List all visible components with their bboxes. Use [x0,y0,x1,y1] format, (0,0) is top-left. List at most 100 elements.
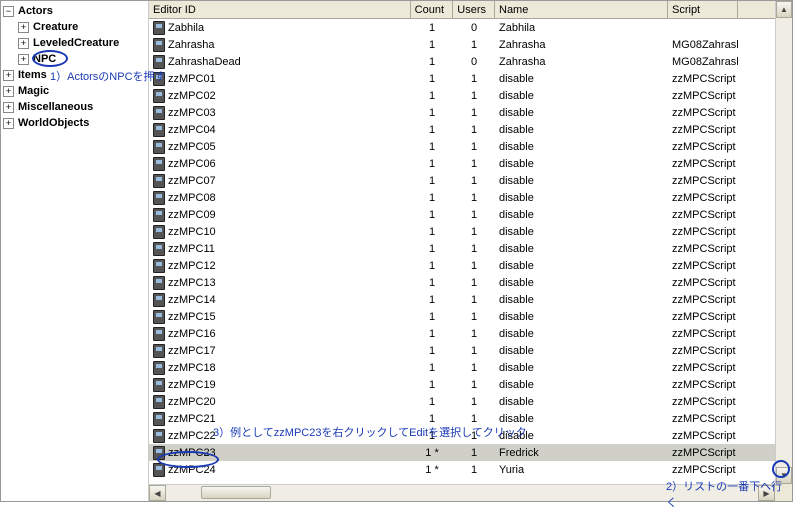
cell-users: 1 [453,308,495,325]
vertical-scrollbar[interactable]: ▲ ▼ [775,1,792,484]
npc-icon [153,293,165,307]
npc-icon [153,310,165,324]
cell-count: 1 [411,104,453,121]
table-row[interactable]: zzMPC1111disablezzMPCScript [149,240,792,257]
table-row[interactable]: Zahrasha11ZahrashaMG08Zahrasha [149,36,792,53]
expand-icon[interactable]: + [18,22,29,33]
cell-editor-id: Zabhila [168,22,204,34]
table-row[interactable]: zzMPC0211disablezzMPCScript [149,87,792,104]
cell-count: 1 [411,172,453,189]
cell-count: 1 [411,223,453,240]
tree-root-actors[interactable]: − Actors [3,3,148,19]
annotation-circle-row [157,451,219,468]
expand-icon[interactable]: + [3,70,14,81]
cell-count: 1 [411,291,453,308]
cell-users: 1 [453,291,495,308]
cell-count: 1 [411,393,453,410]
header-name[interactable]: Name [495,1,668,18]
table-row[interactable]: zzMPC1711disablezzMPCScript [149,342,792,359]
tree-label: Items [18,69,47,81]
scroll-track[interactable] [776,18,792,467]
cell-script: zzMPCScript [668,427,738,444]
scroll-up-icon[interactable]: ▲ [776,1,792,18]
table-row[interactable]: zzMPC1611disablezzMPCScript [149,325,792,342]
cell-name: disable [495,291,668,308]
cell-users: 1 [453,70,495,87]
tree-item-creature[interactable]: +Creature [3,19,148,35]
cell-script: zzMPCScript [668,189,738,206]
cell-count: 1 [411,274,453,291]
npc-icon [153,242,165,256]
table-row[interactable]: zzMPC1911disablezzMPCScript [149,376,792,393]
expand-icon[interactable]: + [18,38,29,49]
table-row[interactable]: zzMPC1011disablezzMPCScript [149,223,792,240]
table-row[interactable]: zzMPC1811disablezzMPCScript [149,359,792,376]
cell-users: 0 [453,53,495,70]
annotation-circle-npc [32,50,68,67]
table-row[interactable]: zzMPC0511disablezzMPCScript [149,138,792,155]
cell-editor-id: zzMPC09 [168,209,216,221]
table-row[interactable]: zzMPC1511disablezzMPCScript [149,308,792,325]
npc-icon [153,21,165,35]
table-row[interactable]: zzMPC0311disablezzMPCScript [149,104,792,121]
table-row[interactable]: zzMPC231 *1FredrickzzMPCScript [149,444,792,461]
collapse-icon[interactable]: − [3,6,14,17]
tree-item-leveledcreature[interactable]: +LeveledCreature [3,35,148,51]
cell-count: 1 [411,36,453,53]
cell-editor-id: zzMPC08 [168,192,216,204]
cell-users: 1 [453,206,495,223]
cell-script: zzMPCScript [668,461,738,478]
cell-name: disable [495,359,668,376]
expand-icon[interactable]: + [3,118,14,129]
cell-editor-id: zzMPC05 [168,141,216,153]
tree-item-miscellaneous[interactable]: + Miscellaneous [3,99,148,115]
header-users[interactable]: Users [453,1,495,18]
expand-icon[interactable]: + [18,54,29,65]
header-count[interactable]: Count [411,1,453,18]
table-row[interactable]: zzMPC1211disablezzMPCScript [149,257,792,274]
tree-item-npc[interactable]: +NPC [3,51,148,67]
cell-name: disable [495,325,668,342]
cell-editor-id: zzMPC02 [168,90,216,102]
table-row[interactable]: zzMPC0711disablezzMPCScript [149,172,792,189]
header-script[interactable]: Script [668,1,738,18]
table-row[interactable]: zzMPC241 *1YuriazzMPCScript [149,461,792,478]
npc-icon [153,140,165,154]
scroll-left-icon[interactable]: ◀ [149,485,166,501]
table-row[interactable]: zzMPC0111disablezzMPCScript [149,70,792,87]
cell-script: zzMPCScript [668,121,738,138]
cell-users: 1 [453,274,495,291]
npc-icon [153,412,165,426]
table-row[interactable]: ZahrashaDead10ZahrashaMG08Zahrasha [149,53,792,70]
annotation-1: 1）ActorsのNPCを押す [50,68,166,84]
cell-count: 1 [411,19,453,36]
cell-script: zzMPCScript [668,342,738,359]
cell-editor-id: zzMPC15 [168,311,216,323]
table-row[interactable]: Zabhila10Zabhila [149,19,792,36]
tree-item-worldobjects[interactable]: +WorldObjects [3,115,148,131]
table-row[interactable]: zzMPC0811disablezzMPCScript [149,189,792,206]
table-row[interactable]: zzMPC0911disablezzMPCScript [149,206,792,223]
cell-script: zzMPCScript [668,155,738,172]
cell-count: 1 [411,376,453,393]
table-row[interactable]: zzMPC0611disablezzMPCScript [149,155,792,172]
cell-count: 1 [411,189,453,206]
expand-icon[interactable]: + [3,86,14,97]
cell-script: zzMPCScript [668,70,738,87]
table-row[interactable]: zzMPC1411disablezzMPCScript [149,291,792,308]
cell-users: 1 [453,138,495,155]
cell-name: disable [495,138,668,155]
npc-icon [153,344,165,358]
tree-item-magic[interactable]: +Magic [3,83,148,99]
table-row[interactable]: zzMPC0411disablezzMPCScript [149,121,792,138]
column-headers: Editor ID Count Users Name Script [149,1,792,19]
cell-users: 1 [453,223,495,240]
table-row[interactable]: zzMPC2011disablezzMPCScript [149,393,792,410]
cell-name: disable [495,342,668,359]
table-row[interactable]: zzMPC1311disablezzMPCScript [149,274,792,291]
cell-editor-id: zzMPC17 [168,345,216,357]
expand-icon[interactable]: + [3,102,14,113]
tree-label: Miscellaneous [18,101,93,113]
scroll-thumb[interactable] [201,486,271,499]
header-editor-id[interactable]: Editor ID [149,1,411,18]
